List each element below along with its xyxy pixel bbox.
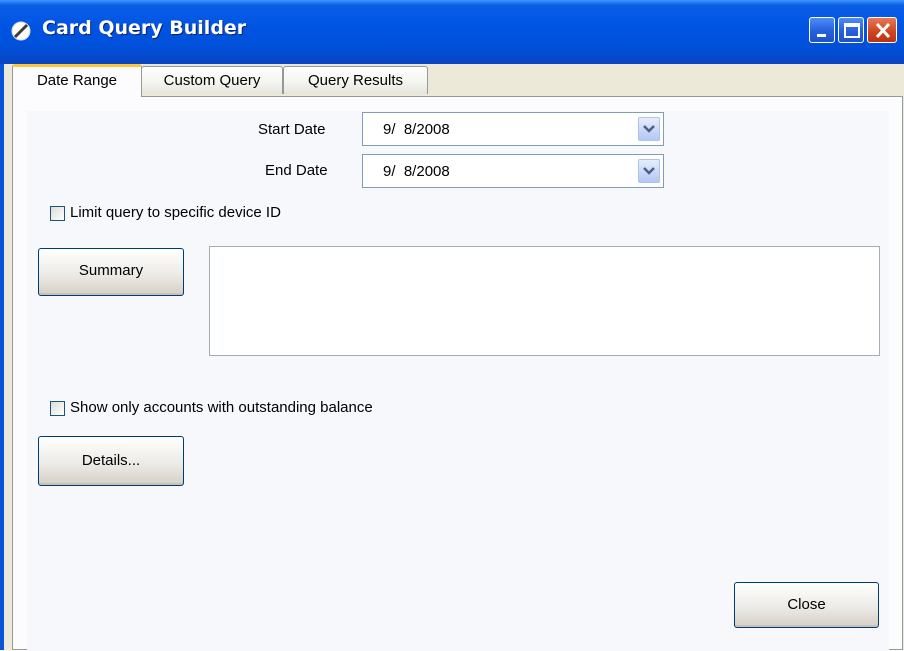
start-date-value: 9/ 8/2008: [383, 121, 450, 138]
close-button[interactable]: Close: [734, 582, 879, 628]
panel-background: [27, 111, 889, 651]
end-date-dropdown-button[interactable]: [638, 159, 660, 183]
tab-query-results[interactable]: Query Results: [283, 66, 428, 94]
summary-button[interactable]: Summary: [38, 248, 184, 296]
outstanding-balance-label[interactable]: Show only accounts with outstanding bala…: [70, 399, 373, 416]
window-title: Card Query Builder: [42, 17, 247, 39]
end-date-label: End Date: [265, 162, 328, 179]
tab-date-range[interactable]: Date Range: [12, 64, 142, 97]
no-entry-icon: [11, 21, 31, 41]
tab-custom-query[interactable]: Custom Query: [141, 66, 283, 94]
outstanding-balance-checkbox[interactable]: [50, 401, 65, 416]
window-content: Date Range Custom Query Query Results: [0, 64, 904, 651]
close-icon: [875, 22, 891, 39]
end-date-picker[interactable]: 9/ 8/2008: [362, 154, 664, 188]
chevron-down-icon: [643, 167, 655, 175]
summary-output: [209, 246, 880, 356]
end-date-value: 9/ 8/2008: [383, 163, 450, 180]
details-button[interactable]: Details...: [38, 436, 184, 486]
title-bar[interactable]: Card Query Builder: [0, 0, 904, 65]
close-window-button[interactable]: [867, 17, 897, 43]
chevron-down-icon: [643, 125, 655, 133]
minimize-button[interactable]: [809, 17, 835, 43]
start-date-picker[interactable]: 9/ 8/2008: [362, 112, 664, 146]
minimize-icon: [817, 34, 826, 37]
start-date-label: Start Date: [258, 121, 326, 138]
limit-device-label[interactable]: Limit query to specific device ID: [70, 204, 281, 221]
maximize-icon: [844, 23, 860, 38]
window-frame-edge: [0, 64, 4, 650]
limit-device-checkbox[interactable]: [50, 206, 65, 221]
card-query-builder-window: Card Query Builder Date Range Custom Que…: [0, 0, 904, 651]
start-date-dropdown-button[interactable]: [638, 117, 660, 141]
maximize-button[interactable]: [838, 17, 864, 43]
